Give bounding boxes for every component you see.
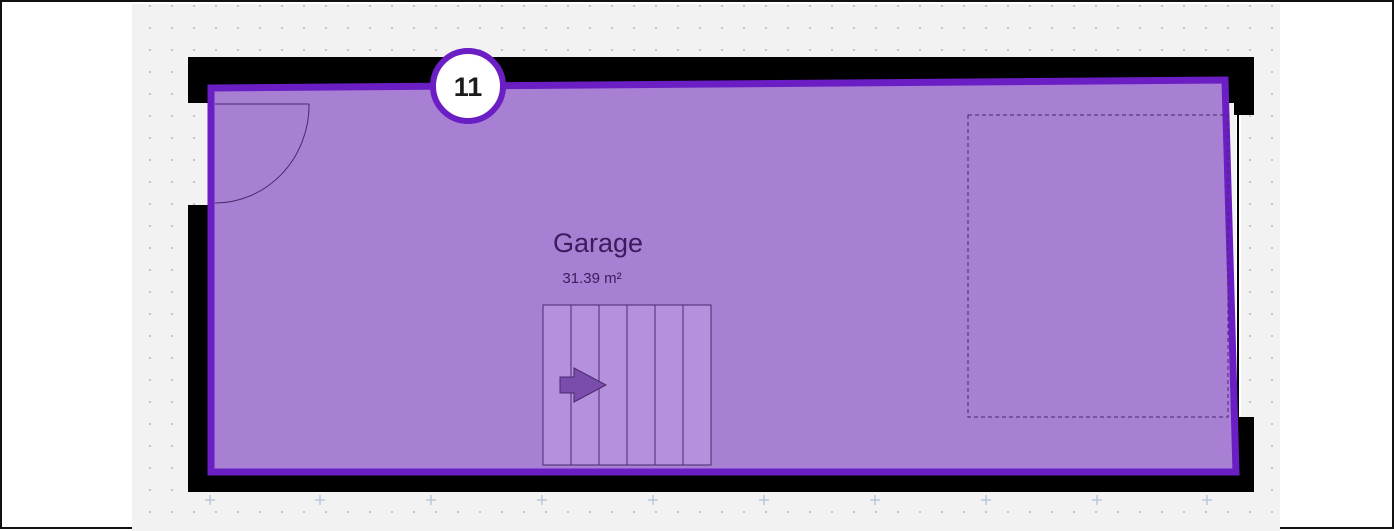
room-name-label: Garage — [553, 228, 643, 258]
plus-icon — [870, 495, 880, 505]
plus-icon — [315, 495, 325, 505]
plus-icon — [648, 495, 658, 505]
floor-plan-drawing: Garage 31.39 m² 11 — [188, 48, 1254, 505]
wall-left-upper[interactable] — [188, 57, 210, 103]
room-number-text: 11 — [454, 72, 483, 102]
plus-icon — [981, 495, 991, 505]
room-garage[interactable] — [207, 76, 1240, 476]
plus-icon — [205, 495, 215, 505]
plus-icon — [1202, 495, 1212, 505]
room-number-badge[interactable]: 11 — [430, 48, 506, 124]
wall-right-upper[interactable] — [1234, 57, 1254, 115]
room-area-label: 31.39 m² — [562, 270, 621, 287]
plus-icon — [759, 495, 769, 505]
app-frame: Garage 31.39 m² 11 — [0, 0, 1394, 531]
plus-icon — [1092, 495, 1102, 505]
plus-icon — [537, 495, 547, 505]
grid-markers — [205, 495, 1212, 505]
plus-icon — [426, 495, 436, 505]
